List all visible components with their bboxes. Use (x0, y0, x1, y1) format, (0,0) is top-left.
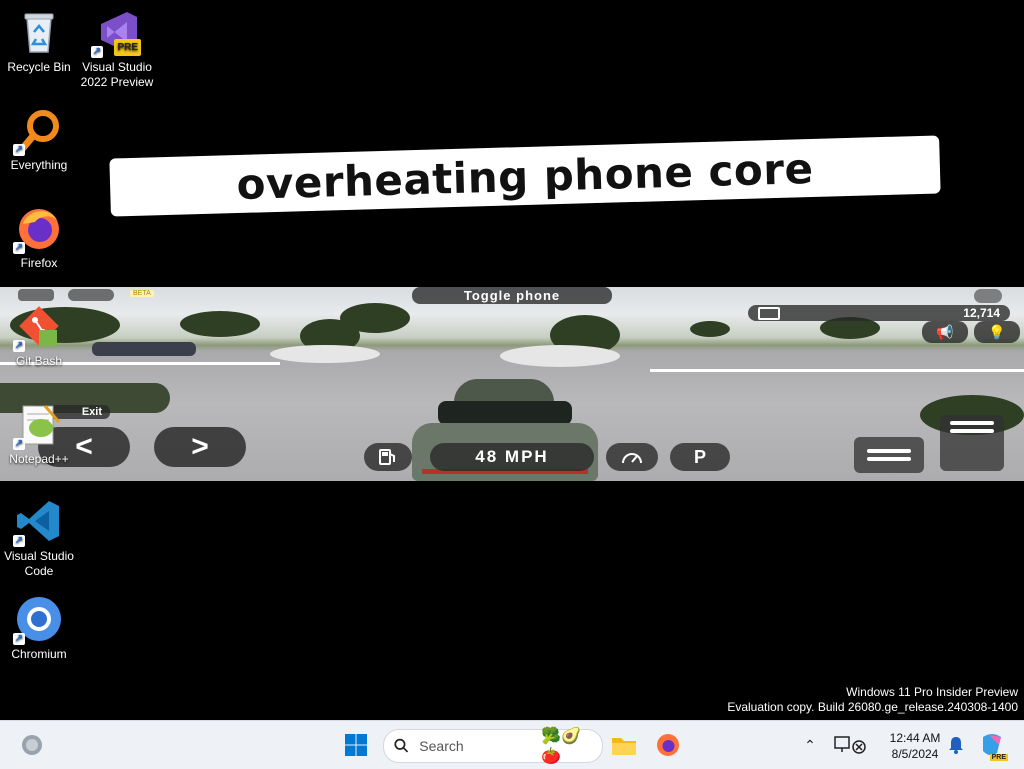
settings-gear-icon[interactable] (974, 289, 1002, 303)
lights-button[interactable]: 💡 (974, 321, 1020, 343)
clock-date: 8/5/2024 (891, 747, 939, 761)
money-display: 12,714 (748, 305, 1010, 321)
bell-icon (949, 737, 963, 754)
desktop-icon-label: Firefox (20, 256, 58, 270)
taskbar-search-box[interactable]: 🥦🥑🍅 (383, 728, 603, 765)
steer-right-button[interactable]: > (154, 427, 246, 467)
desktop-icon-vscode[interactable]: ↗ Visual Studio Code (1, 497, 77, 579)
weather-widget-icon (22, 735, 42, 755)
cruise-control-button[interactable] (606, 443, 658, 471)
tree (340, 303, 410, 333)
desktop-icon-label: Visual Studio 2022 Preview (80, 60, 154, 89)
firefox-icon (657, 734, 679, 756)
folder-icon (612, 738, 636, 755)
search-input[interactable] (417, 737, 542, 755)
vscode-icon: ↗ (13, 497, 63, 547)
exit-label: Exit (81, 406, 102, 418)
beta-badge: BETA (130, 290, 154, 297)
search-highlight-icon: 🥦🥑🍅 (541, 728, 582, 765)
speedometer: 48 MPH (430, 443, 594, 471)
shortcut-arrow-icon: ↗ (13, 340, 25, 352)
desktop-icon-label: Everything (10, 158, 68, 172)
taskbar-clock[interactable]: 12:44 AM 8/5/2024 (880, 730, 950, 762)
desktop-icon-visual-studio[interactable]: PRE ↗ Visual Studio 2022 Preview (79, 8, 155, 90)
desktop-icon-everything[interactable]: ↗ Everything (1, 106, 77, 173)
gas-pedal-button[interactable] (940, 415, 1004, 471)
notifications-button[interactable] (944, 729, 968, 761)
firefox-icon: ↗ (13, 204, 63, 254)
road-island (500, 345, 620, 367)
show-hidden-icons-button[interactable]: ⌃ (798, 729, 822, 761)
park-gear-button[interactable]: P (670, 443, 730, 471)
widgets-button[interactable] (16, 729, 48, 761)
fuel-button[interactable] (364, 443, 412, 471)
shortcut-arrow-icon: ↗ (91, 46, 103, 58)
desktop-icon-label: Visual Studio Code (4, 549, 74, 578)
desktop-icon-label: Recycle Bin (7, 60, 71, 74)
desktop-icon-label: Notepad++ (9, 452, 69, 466)
clock-time: 12:44 AM (889, 731, 941, 745)
shortcut-arrow-icon: ↗ (13, 144, 25, 156)
recycle-bin-icon (15, 8, 63, 56)
taskbar: 🥦🥑🍅 ⌃ 12:44 AM 8/5/2024 (0, 720, 1024, 769)
network-status-button[interactable] (830, 729, 870, 761)
visual-studio-preview-icon: PRE ↗ (91, 8, 141, 58)
windows-logo-icon (345, 734, 367, 756)
file-explorer-button[interactable] (608, 729, 640, 761)
watermark-line-1: Windows 11 Pro Insider Preview (846, 685, 1018, 699)
git-bash-icon: ↗ (13, 302, 63, 352)
desktop-icon-firefox[interactable]: ↗ Firefox (1, 204, 77, 271)
search-icon (394, 738, 409, 753)
desktop-icon-label: Git Bash (15, 354, 63, 368)
parked-car (92, 342, 196, 356)
video-caption: overheating phone core (109, 135, 941, 217)
desktop-icon-git-bash[interactable]: ↗ Git Bash (1, 302, 77, 369)
notepad-plus-plus-icon: ↗ (13, 400, 63, 450)
fuel-pump-icon (379, 449, 395, 465)
horn-button[interactable]: 📢 (922, 321, 968, 343)
wallet-icon (758, 306, 780, 320)
everything-search-icon: ↗ (13, 106, 63, 156)
desktop-icon-notepad-plus-plus[interactable]: ↗ Notepad++ (1, 400, 77, 467)
hud-top-left-button[interactable] (18, 289, 54, 301)
brake-pedal-button[interactable] (854, 437, 924, 473)
speed-gauge-icon (622, 453, 642, 464)
tree (690, 321, 730, 337)
hud-notification-button[interactable] (68, 289, 114, 301)
tree (180, 311, 260, 337)
game-viewport[interactable]: BETA Toggle phone 12,714 📢 💡 Exit < > 48… (0, 287, 1024, 481)
windows-evaluation-watermark: Windows 11 Pro Insider Preview Evaluatio… (727, 685, 1018, 715)
shortcut-arrow-icon: ↗ (13, 242, 25, 254)
money-value: 12,714 (963, 306, 1000, 320)
shortcut-arrow-icon: ↗ (13, 633, 25, 645)
toggle-phone-button[interactable]: Toggle phone (412, 287, 612, 304)
desktop-icon-recycle-bin[interactable]: Recycle Bin (1, 8, 77, 75)
shortcut-arrow-icon: ↗ (13, 535, 25, 547)
lane-line (650, 369, 1024, 372)
copilot-button[interactable]: PRE (976, 729, 1008, 761)
desktop-icon-chromium[interactable]: ↗ Chromium (1, 595, 77, 662)
chevron-up-icon: ⌃ (804, 736, 816, 753)
preview-badge: PRE (114, 39, 141, 56)
desktop-icon-label: Chromium (11, 647, 67, 661)
network-disconnected-icon (834, 736, 866, 754)
watermark-line-2: Evaluation copy. Build 26080.ge_release.… (727, 700, 1018, 714)
chromium-icon: ↗ (13, 595, 63, 645)
shortcut-arrow-icon: ↗ (13, 438, 25, 450)
firefox-taskbar-button[interactable] (652, 729, 684, 761)
start-button[interactable] (340, 729, 372, 761)
road-island (270, 345, 380, 363)
copilot-preview-badge: PRE (989, 754, 1008, 761)
